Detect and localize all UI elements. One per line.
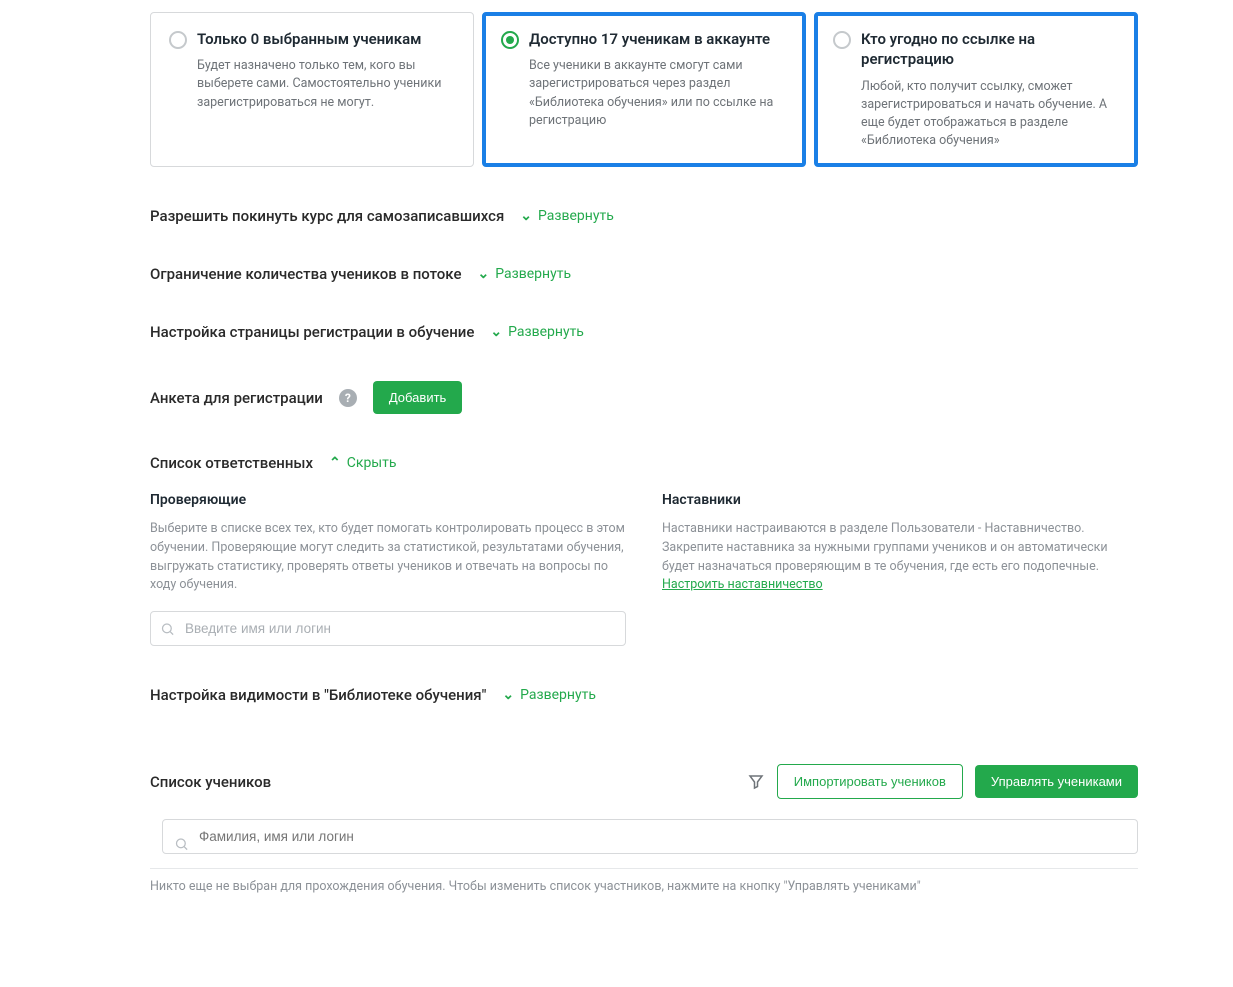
setting-library-visibility: Настройка видимости в "Библиотеке обучен…: [150, 686, 1138, 704]
setting-title: Настройка видимости в "Библиотеке обучен…: [150, 686, 486, 704]
students-search-wrap: [162, 819, 1138, 868]
students-empty-message: Никто еще не выбран для прохождения обуч…: [150, 879, 1138, 894]
expand-toggle[interactable]: ⌄ Развернуть: [490, 324, 584, 340]
toggle-label: Развернуть: [538, 208, 614, 224]
radio-icon: [501, 31, 519, 49]
access-option-desc: Все ученики в аккаунте смогут сами зарег…: [529, 57, 787, 130]
reviewers-heading: Проверяющие: [150, 492, 626, 508]
setting-title: Анкета для регистрации: [150, 389, 323, 407]
configure-mentoring-link[interactable]: Настроить наставничество: [662, 577, 823, 592]
access-option-selected-only[interactable]: Только 0 выбранным ученикам Будет назнач…: [150, 12, 474, 167]
access-options-group: Только 0 выбранным ученикам Будет назнач…: [150, 12, 1138, 167]
mentors-help: Наставники настраиваются в разделе Польз…: [662, 520, 1138, 595]
students-title: Список учеников: [150, 773, 271, 791]
access-option-account-students[interactable]: Доступно 17 ученикам в аккаунте Все учен…: [482, 12, 806, 167]
access-option-desc: Будет назначено только тем, кого вы выбе…: [197, 57, 455, 111]
setting-title: Ограничение количества учеников в потоке: [150, 265, 462, 283]
help-icon[interactable]: ?: [339, 389, 357, 407]
expand-toggle[interactable]: ⌄ Развернуть: [520, 208, 614, 224]
search-icon: [160, 621, 175, 636]
expand-toggle[interactable]: ⌄ Развернуть: [478, 266, 572, 282]
toggle-label: Развернуть: [520, 687, 596, 703]
chevron-up-icon: ⌃: [329, 455, 341, 471]
manage-students-button[interactable]: Управлять учениками: [975, 765, 1138, 798]
radio-icon: [169, 31, 187, 49]
setting-title: Разрешить покинуть курс для самозаписавш…: [150, 207, 504, 225]
collapse-toggle[interactable]: ⌃ Скрыть: [329, 455, 396, 471]
mentors-heading: Наставники: [662, 492, 1138, 508]
import-students-button[interactable]: Импортировать учеников: [777, 764, 963, 799]
add-button[interactable]: Добавить: [373, 381, 462, 414]
setting-registration-form: Анкета для регистрации ? Добавить: [150, 381, 1138, 414]
expand-toggle[interactable]: ⌄ Развернуть: [502, 687, 596, 703]
chevron-down-icon: ⌄: [520, 208, 532, 224]
students-header: Список учеников Импортировать учеников У…: [150, 764, 1138, 799]
setting-responsible-list: Список ответственных ⌃ Скрыть Проверяющи…: [150, 454, 1138, 646]
reviewers-column: Проверяющие Выберите в списке всех тех, …: [150, 492, 626, 646]
toggle-label: Развернуть: [508, 324, 584, 340]
toggle-label: Развернуть: [495, 266, 571, 282]
setting-registration-page: Настройка страницы регистрации в обучени…: [150, 323, 1138, 341]
setting-limit-students: Ограничение количества учеников в потоке…: [150, 265, 1138, 283]
radio-icon: [833, 31, 851, 49]
mentors-help-text: Наставники настраиваются в разделе Польз…: [662, 521, 1108, 574]
setting-leave-course: Разрешить покинуть курс для самозаписавш…: [150, 207, 1138, 225]
access-option-title: Кто угодно по ссылке на регистрацию: [861, 29, 1119, 70]
chevron-down-icon: ⌄: [478, 266, 490, 282]
access-option-title: Доступно 17 ученикам в аккаунте: [529, 29, 787, 49]
students-search-input[interactable]: [162, 819, 1138, 854]
mentors-column: Наставники Наставники настраиваются в ра…: [662, 492, 1138, 646]
reviewers-search-input[interactable]: [150, 611, 626, 646]
toggle-label: Скрыть: [347, 455, 397, 471]
chevron-down-icon: ⌄: [502, 687, 514, 703]
access-option-title: Только 0 выбранным ученикам: [197, 29, 455, 49]
reviewers-help: Выберите в списке всех тех, кто будет по…: [150, 520, 626, 595]
filter-icon[interactable]: [747, 773, 765, 791]
chevron-down-icon: ⌄: [490, 324, 502, 340]
divider: [150, 868, 1138, 869]
search-icon: [174, 836, 189, 851]
access-option-anyone-link[interactable]: Кто угодно по ссылке на регистрацию Любо…: [814, 12, 1138, 167]
setting-title: Список ответственных: [150, 454, 313, 472]
setting-title: Настройка страницы регистрации в обучени…: [150, 323, 474, 341]
access-option-desc: Любой, кто получит ссылку, сможет зареги…: [861, 78, 1119, 151]
